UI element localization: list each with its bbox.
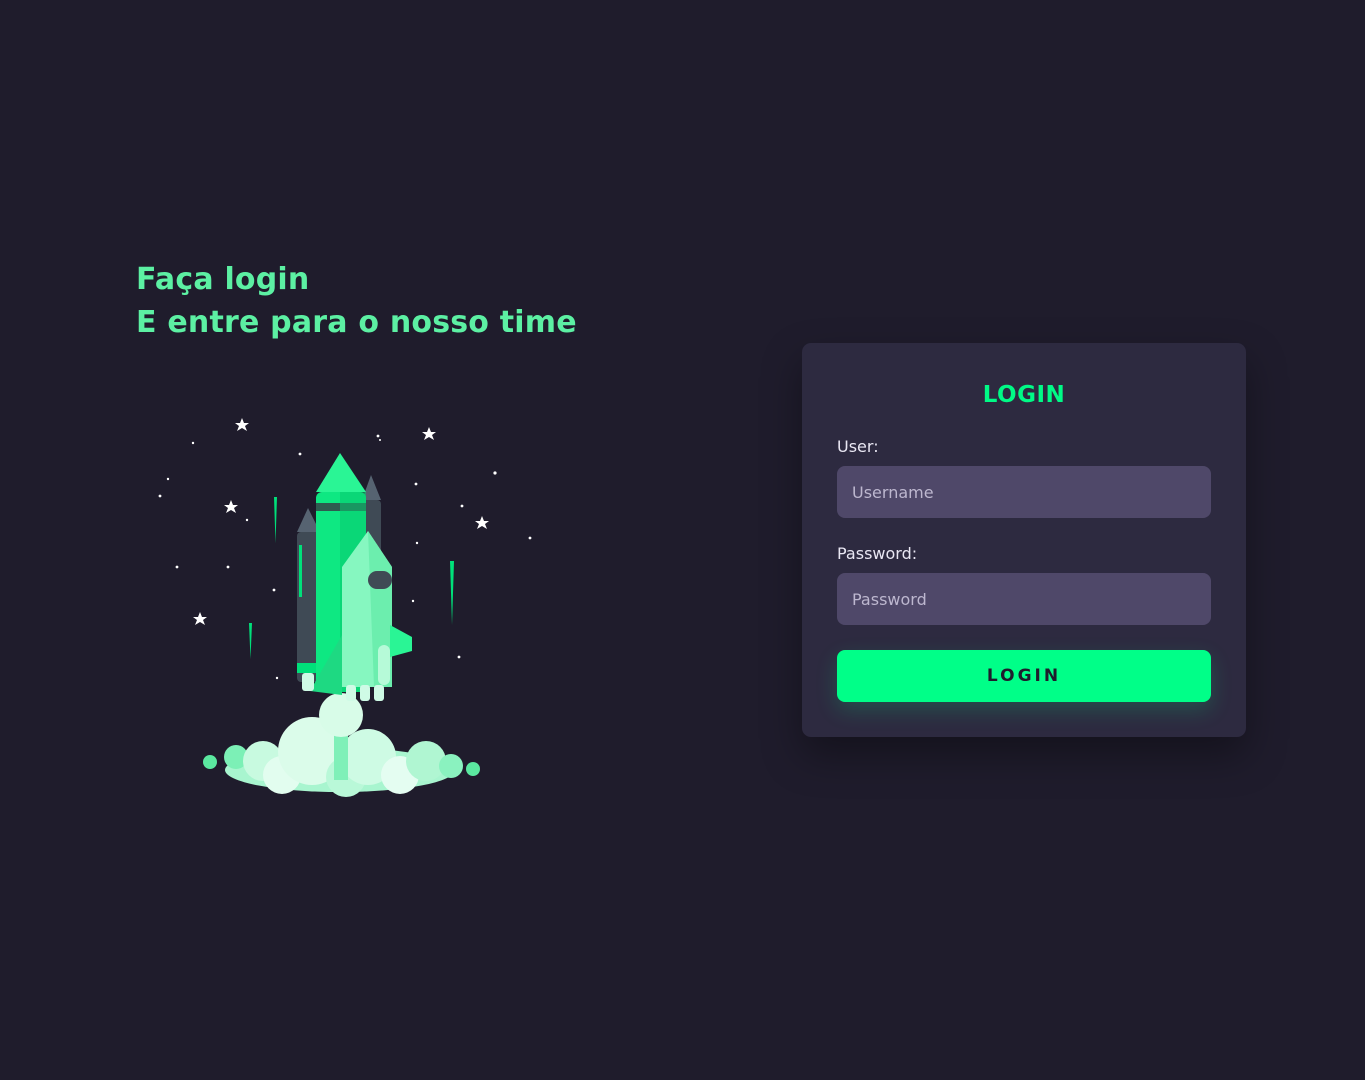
smoke-cloud-icon bbox=[203, 693, 480, 797]
login-button[interactable]: LOGIN bbox=[837, 650, 1211, 702]
password-input[interactable] bbox=[837, 573, 1211, 625]
username-input[interactable] bbox=[837, 466, 1211, 518]
rocket-illustration bbox=[150, 405, 540, 805]
hero-heading: Faça login E entre para o nosso time bbox=[136, 258, 616, 344]
user-label: User: bbox=[837, 437, 879, 456]
rocket-launch-icon bbox=[158, 418, 532, 797]
login-page: Faça login E entre para o nosso time LOG… bbox=[0, 0, 1365, 1080]
hero-line-2: E entre para o nosso time bbox=[136, 305, 577, 340]
hero-line-1: Faça login bbox=[136, 262, 310, 297]
login-title: LOGIN bbox=[982, 382, 1066, 408]
login-card: LOGIN User: Password: LOGIN bbox=[802, 343, 1246, 737]
password-label: Password: bbox=[837, 544, 918, 563]
hero-title: Faça login E entre para o nosso time bbox=[136, 258, 616, 344]
